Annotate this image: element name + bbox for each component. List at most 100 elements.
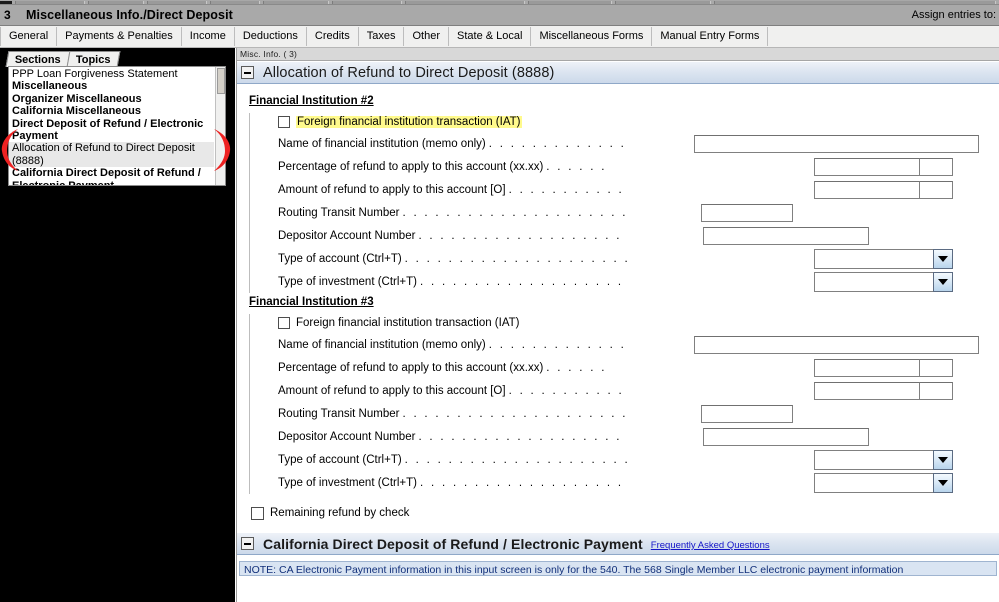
form-row: Routing Transit Number. . . . . . . . . … [278,201,999,224]
section-header-california[interactable]: California Direct Deposit of Refund / El… [237,532,999,555]
chevron-down-icon[interactable] [933,449,953,470]
assign-entries-label[interactable]: Assign entries to: [912,9,996,21]
toolbar-chunk[interactable] [263,1,329,4]
iat-checkbox-label: Foreign financial institution transactio… [296,115,522,128]
iat-checkbox-row[interactable]: Foreign financial institution transactio… [278,314,999,331]
tab-manual-entry-forms[interactable]: Manual Entry Forms [652,27,769,46]
form-row: Depositor Account Number. . . . . . . . … [278,224,999,247]
depositor-account-number-input[interactable] [703,427,869,446]
form-row: Percentage of refund to apply to this ac… [278,155,999,178]
toolbar-chunk[interactable] [332,1,402,4]
tab-miscellaneous-forms[interactable]: Miscellaneous Forms [531,27,653,46]
toolbar-chunk[interactable] [405,1,525,4]
field-label: Depositor Account Number [278,430,416,443]
tab-taxes[interactable]: Taxes [359,27,405,46]
routing-transit-number-input[interactable] [701,404,793,423]
toolbar-chunk[interactable] [528,1,612,4]
toolbar-chunk[interactable] [210,1,260,4]
minus-icon[interactable] [241,66,254,79]
type-of-account-ctrl-t-dropdown-value[interactable] [814,248,933,269]
tab-deductions[interactable]: Deductions [235,27,307,46]
field-label: Type of account (Ctrl+T) [278,453,402,466]
toolbar-chunk[interactable] [15,1,85,4]
section-title-california: California Direct Deposit of Refund / El… [263,535,643,552]
sidebar-item[interactable]: PPP Loan Forgiveness Statement [9,68,214,80]
sidebar-scrollbar-thumb[interactable] [217,68,225,94]
toolbar-chunk[interactable] [615,1,711,4]
amount-of-refund-to-apply-to-this-account-o-field-pair [814,180,953,199]
form-row: Routing Transit Number. . . . . . . . . … [278,402,999,425]
percentage-of-refund-to-apply-to-this-account-xx-xx-input[interactable] [814,157,919,176]
chevron-down-icon[interactable] [933,248,953,269]
sidebar-item[interactable]: California Direct Deposit of Refund / El… [9,167,214,185]
type-of-investment-ctrl-t-dropdown-value[interactable] [814,472,933,493]
sidebar-tab-sections-label: Sections [14,54,61,66]
toolbar-chunk[interactable] [88,1,144,4]
sidebar-section-list[interactable]: PPP Loan Forgiveness Statement Miscellane… [8,66,226,186]
remaining-refund-checkbox-row[interactable]: Remaining refund by check [251,504,999,522]
percentage-of-refund-to-apply-to-this-account-xx-xx-input[interactable] [814,358,919,377]
application-window: 3 Miscellaneous Info./Direct Deposit Ass… [0,0,999,602]
sidebar-item[interactable]: Direct Deposit of Refund / Electronic Pa… [9,118,214,143]
form-row: Name of financial institution (memo only… [278,132,999,155]
amount-of-refund-to-apply-to-this-account-o-field-pair [814,381,953,400]
field-group: Foreign financial institution transactio… [249,314,999,494]
sidebar-tab-sections[interactable]: Sections [5,51,71,67]
type-of-investment-ctrl-t-dropdown[interactable] [814,271,953,292]
checkbox-icon[interactable] [251,506,264,520]
sidebar-item[interactable]: Organizer Miscellaneous [9,93,214,105]
amount-of-refund-to-apply-to-this-account-o-input[interactable] [814,381,919,400]
form-row: Amount of refund to apply to this accoun… [278,379,999,402]
amount-of-refund-to-apply-to-this-account-o-override-input[interactable] [919,381,953,400]
tab-credits[interactable]: Credits [307,27,359,46]
leader-dots: . . . . . . . . . . . [508,384,624,397]
amount-of-refund-to-apply-to-this-account-o-input[interactable] [814,180,919,199]
sidebar-item[interactable]: Miscellaneous [9,80,214,92]
checkbox-icon[interactable] [278,316,290,329]
chevron-down-icon[interactable] [933,472,953,493]
field-label: Routing Transit Number [278,407,400,420]
group-title: Financial Institution #2 [249,95,374,107]
field-label: Amount of refund to apply to this accoun… [278,183,506,196]
depositor-account-number-input[interactable] [703,226,869,245]
leader-dots: . . . . . . [546,361,607,374]
field-label: Routing Transit Number [278,206,400,219]
field-label: Type of investment (Ctrl+T) [278,476,417,489]
checkbox-icon[interactable] [278,115,290,128]
chevron-down-icon[interactable] [933,271,953,292]
field-label: Percentage of refund to apply to this ac… [278,160,544,173]
toolbar-chunk [0,1,12,4]
faq-link[interactable]: Frequently Asked Questions [651,536,770,551]
minus-icon[interactable] [241,537,254,550]
tab-payments-penalties[interactable]: Payments & Penalties [57,27,182,46]
breadcrumb: Misc. Info. ( 3) [237,48,999,61]
form-row: Type of account (Ctrl+T). . . . . . . . … [278,448,999,471]
toolbar-chunk[interactable] [147,1,207,4]
type-of-account-ctrl-t-dropdown[interactable] [814,248,953,269]
amount-of-refund-to-apply-to-this-account-o-override-input[interactable] [919,180,953,199]
type-of-investment-ctrl-t-dropdown-value[interactable] [814,271,933,292]
type-of-account-ctrl-t-dropdown[interactable] [814,449,953,470]
name-of-financial-institution-memo-only-input[interactable] [694,134,979,153]
sidebar-scrollbar[interactable] [215,67,225,185]
tab-other[interactable]: Other [404,27,449,46]
toolbar-chunk[interactable] [714,1,996,4]
tab-income[interactable]: Income [182,27,235,46]
tab-state-local[interactable]: State & Local [449,27,532,46]
percentage-of-refund-to-apply-to-this-account-xx-xx-override-input[interactable] [919,358,953,377]
field-label: Percentage of refund to apply to this ac… [278,361,544,374]
routing-transit-number-input[interactable] [701,203,793,222]
tab-general[interactable]: General [0,27,58,46]
sidebar-item[interactable]: Allocation of Refund to Direct Deposit (… [9,142,214,168]
sidebar-item[interactable]: California Miscellaneous [9,105,214,117]
percentage-of-refund-to-apply-to-this-account-xx-xx-override-input[interactable] [919,157,953,176]
sidebar-tab-topics[interactable]: Topics [66,51,120,67]
type-of-account-ctrl-t-dropdown-value[interactable] [814,449,933,470]
name-of-financial-institution-memo-only-input[interactable] [694,335,979,354]
iat-checkbox-row[interactable]: Foreign financial institution transactio… [278,113,999,130]
sidebar: Sections Topics PPP Loan Forgiveness Sta… [0,48,235,602]
type-of-investment-ctrl-t-dropdown[interactable] [814,472,953,493]
leader-dots: . . . . . . . . . . . . . . . . . . . [420,476,624,489]
percentage-of-refund-to-apply-to-this-account-xx-xx-field-pair [814,157,953,176]
section-header-allocation[interactable]: Allocation of Refund to Direct Deposit (… [237,61,999,84]
